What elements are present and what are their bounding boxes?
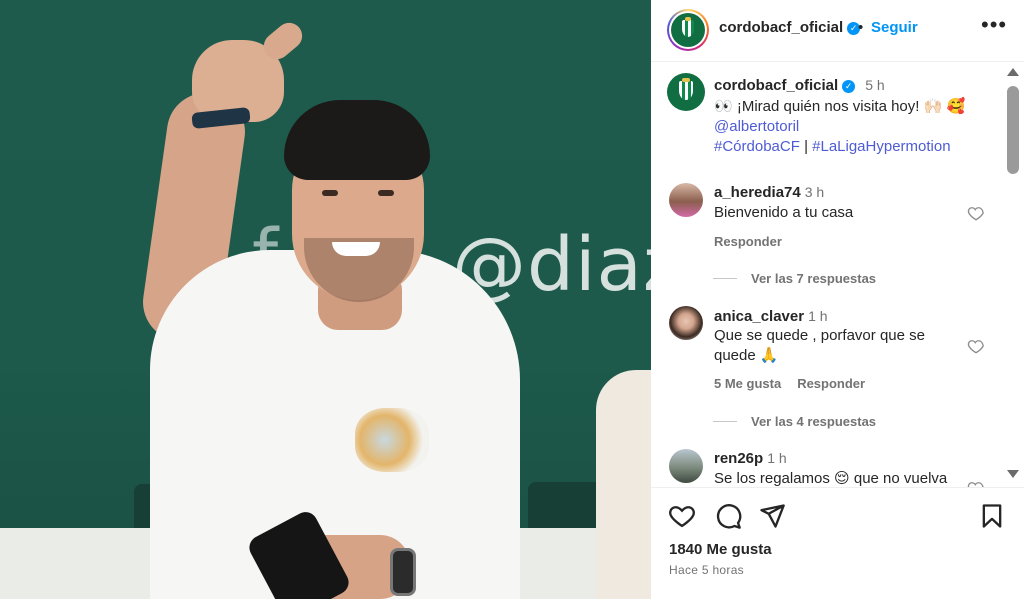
comment-likes[interactable]: 5 Me gusta <box>714 376 781 391</box>
eyes-emoji: 👀 <box>714 98 733 115</box>
follow-button[interactable]: Seguir <box>871 19 918 36</box>
header-username[interactable]: cordobacf_oficial ✓ <box>719 19 861 36</box>
post-timestamp[interactable]: Hace 5 horas <box>669 563 744 577</box>
club-crest-icon <box>667 73 705 111</box>
eye <box>378 190 394 196</box>
username-text[interactable]: ren26p <box>714 450 763 467</box>
hashtag-link[interactable]: #LaLigaHypermotion <box>812 138 950 155</box>
separator-dot: • <box>858 19 864 36</box>
tshirt-print <box>355 408 429 472</box>
post-header: cordobacf_oficial ✓ • Seguir ••• <box>651 0 1024 62</box>
heart-icon[interactable] <box>668 502 696 530</box>
scroll-up-arrow-icon[interactable] <box>1007 68 1019 76</box>
like-comment-icon[interactable] <box>967 204 985 222</box>
profile-avatar[interactable] <box>667 9 709 51</box>
comment-username[interactable]: anica_claver 1 h <box>714 308 828 325</box>
comments-list[interactable]: cordobacf_oficial ✓ 5 h 👀 ¡Mirad quién nos… <box>651 63 1024 487</box>
hashtag-divider: | <box>804 138 808 155</box>
share-icon[interactable] <box>758 502 786 530</box>
scrollbar-thumb[interactable] <box>1007 86 1019 174</box>
like-comment-icon[interactable] <box>967 479 985 487</box>
comment-time: 1 h <box>808 308 828 324</box>
comment-text: Se los regalamos 😌 que no vuelva <box>714 470 948 487</box>
username-text[interactable]: cordobacf_oficial <box>719 19 843 36</box>
comment-time: 1 h <box>767 450 787 466</box>
scroll-down-arrow-icon[interactable] <box>1007 470 1019 478</box>
bookmark-icon[interactable] <box>978 502 1006 530</box>
reply-button[interactable]: Responder <box>797 376 865 391</box>
comment-text: Bienvenido a tu casa <box>714 204 854 221</box>
username-text[interactable]: anica_claver <box>714 308 804 325</box>
post-sidebar: cordobacf_oficial ✓ • Seguir ••• cordobac… <box>651 0 1024 599</box>
caption-body: ¡Mirad quién nos visita hoy! <box>736 98 920 115</box>
comment-time: 3 h <box>804 184 825 200</box>
smile <box>332 242 380 256</box>
more-icon[interactable]: ••• <box>981 12 1007 38</box>
verified-icon: ✓ <box>842 80 856 93</box>
hashtag-link[interactable]: #CórdobaCF <box>714 138 800 155</box>
comments-scrollbar[interactable] <box>1007 66 1021 484</box>
comment-actions: Responder <box>714 234 798 249</box>
club-crest-icon <box>671 13 705 47</box>
caption-username[interactable]: cordobacf_oficial ✓ 5 h <box>714 77 885 94</box>
comment-username[interactable]: ren26p 1 h <box>714 450 787 467</box>
likes-count[interactable]: 1840 Me gusta <box>669 541 772 558</box>
commenter-avatar[interactable] <box>669 183 703 217</box>
neighbour-arm <box>596 370 651 599</box>
view-replies-button[interactable]: Ver las 7 respuestas <box>713 271 876 286</box>
reply-button[interactable]: Responder <box>714 234 782 249</box>
wristwatch <box>390 548 416 596</box>
comment-icon[interactable] <box>714 502 742 530</box>
eye <box>322 190 338 196</box>
caption-emoji: 🙌🏻 🥰 <box>923 98 966 115</box>
comment-username[interactable]: a_heredia74 3 h <box>714 184 824 201</box>
caption-text: 👀 ¡Mirad quién nos visita hoy! 🙌🏻 🥰 @alb… <box>714 97 994 157</box>
hair <box>284 100 430 180</box>
mention-link[interactable]: @albertotoril <box>714 117 994 137</box>
like-comment-icon[interactable] <box>967 337 985 355</box>
view-replies-button[interactable]: Ver las 4 respuestas <box>713 414 876 429</box>
commenter-avatar[interactable] <box>669 306 703 340</box>
caption-avatar[interactable] <box>667 73 705 111</box>
post-photo[interactable]: f @diazf <box>0 0 651 599</box>
username-text[interactable]: cordobacf_oficial <box>714 77 838 94</box>
caption-time: 5 h <box>865 77 885 93</box>
comment-actions: 5 Me gusta Responder <box>714 376 881 391</box>
username-text[interactable]: a_heredia74 <box>714 184 801 201</box>
post-actions: 1840 Me gusta Hace 5 horas <box>651 487 1024 599</box>
comment-text: Que se quede , porfavor que se quede 🙏 <box>714 327 925 364</box>
commenter-avatar[interactable] <box>669 449 703 483</box>
